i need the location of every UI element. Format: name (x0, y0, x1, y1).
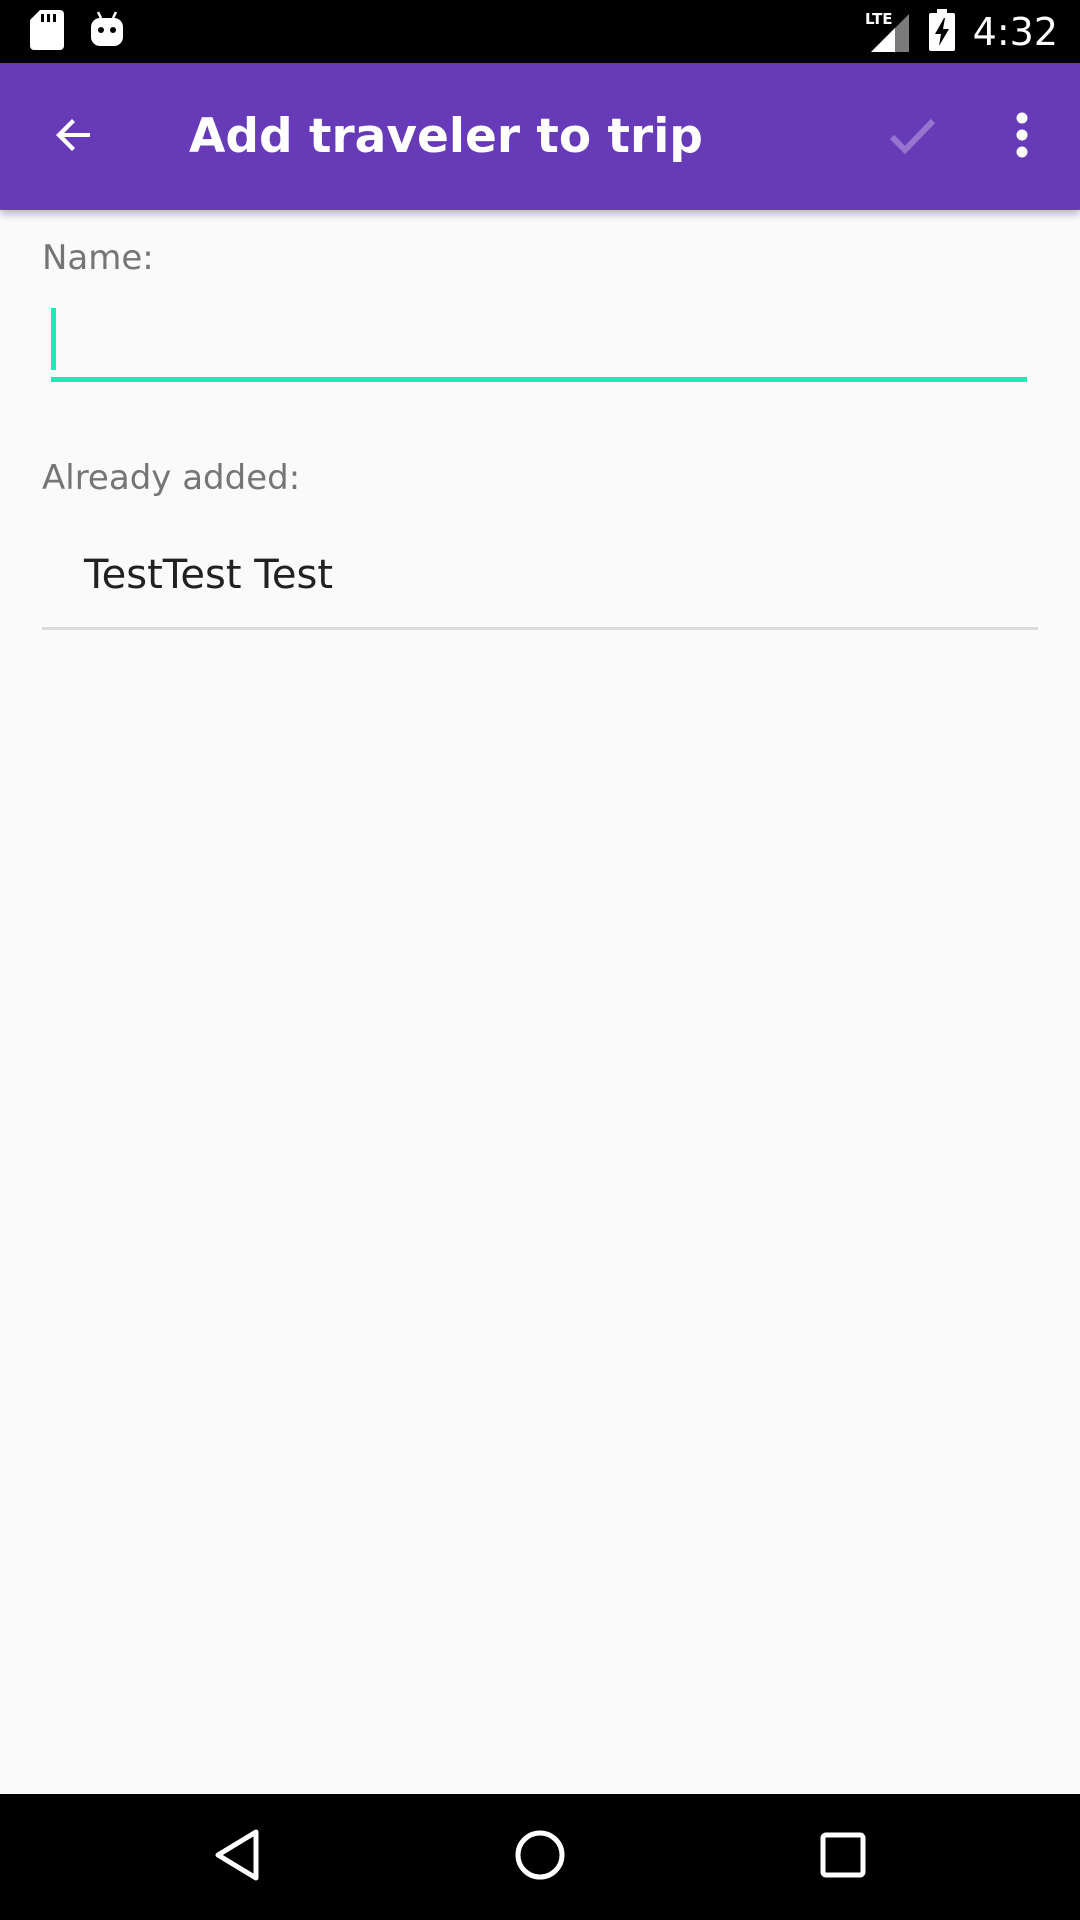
nav-back-icon (212, 1828, 262, 1887)
check-icon (886, 109, 938, 166)
android-icon (90, 10, 124, 55)
nav-home-icon (513, 1828, 567, 1887)
already-added-label: Already added: (42, 458, 301, 498)
lte-signal-icon: LTE (865, 8, 911, 57)
confirm-button[interactable] (872, 99, 952, 175)
network-type-label: LTE (865, 10, 893, 28)
app-bar: Add traveler to trip (0, 63, 1080, 210)
arrow-back-icon (50, 111, 98, 164)
text-cursor (51, 308, 56, 370)
status-left-icons (30, 10, 124, 55)
traveler-name: TestTest Test (84, 552, 334, 598)
status-clock: 4:32 (972, 10, 1058, 54)
nav-home-button[interactable] (480, 1812, 600, 1902)
name-label: Name: (42, 238, 154, 278)
back-button[interactable] (24, 99, 124, 175)
more-vert-icon (1014, 111, 1030, 164)
sd-card-icon (30, 10, 64, 55)
list-item[interactable]: TestTest Test (42, 530, 1038, 630)
nav-back-button[interactable] (177, 1812, 297, 1902)
status-right-icons: LTE 4:32 (865, 6, 1058, 58)
page-title: Add traveler to trip (189, 109, 703, 164)
overflow-menu-button[interactable] (992, 99, 1052, 175)
status-bar: LTE 4:32 (0, 0, 1080, 63)
name-input[interactable] (51, 302, 1027, 382)
nav-recents-icon (819, 1831, 867, 1884)
nav-bar (0, 1794, 1080, 1920)
nav-recents-button[interactable] (783, 1812, 903, 1902)
battery-charging-icon (928, 8, 955, 56)
